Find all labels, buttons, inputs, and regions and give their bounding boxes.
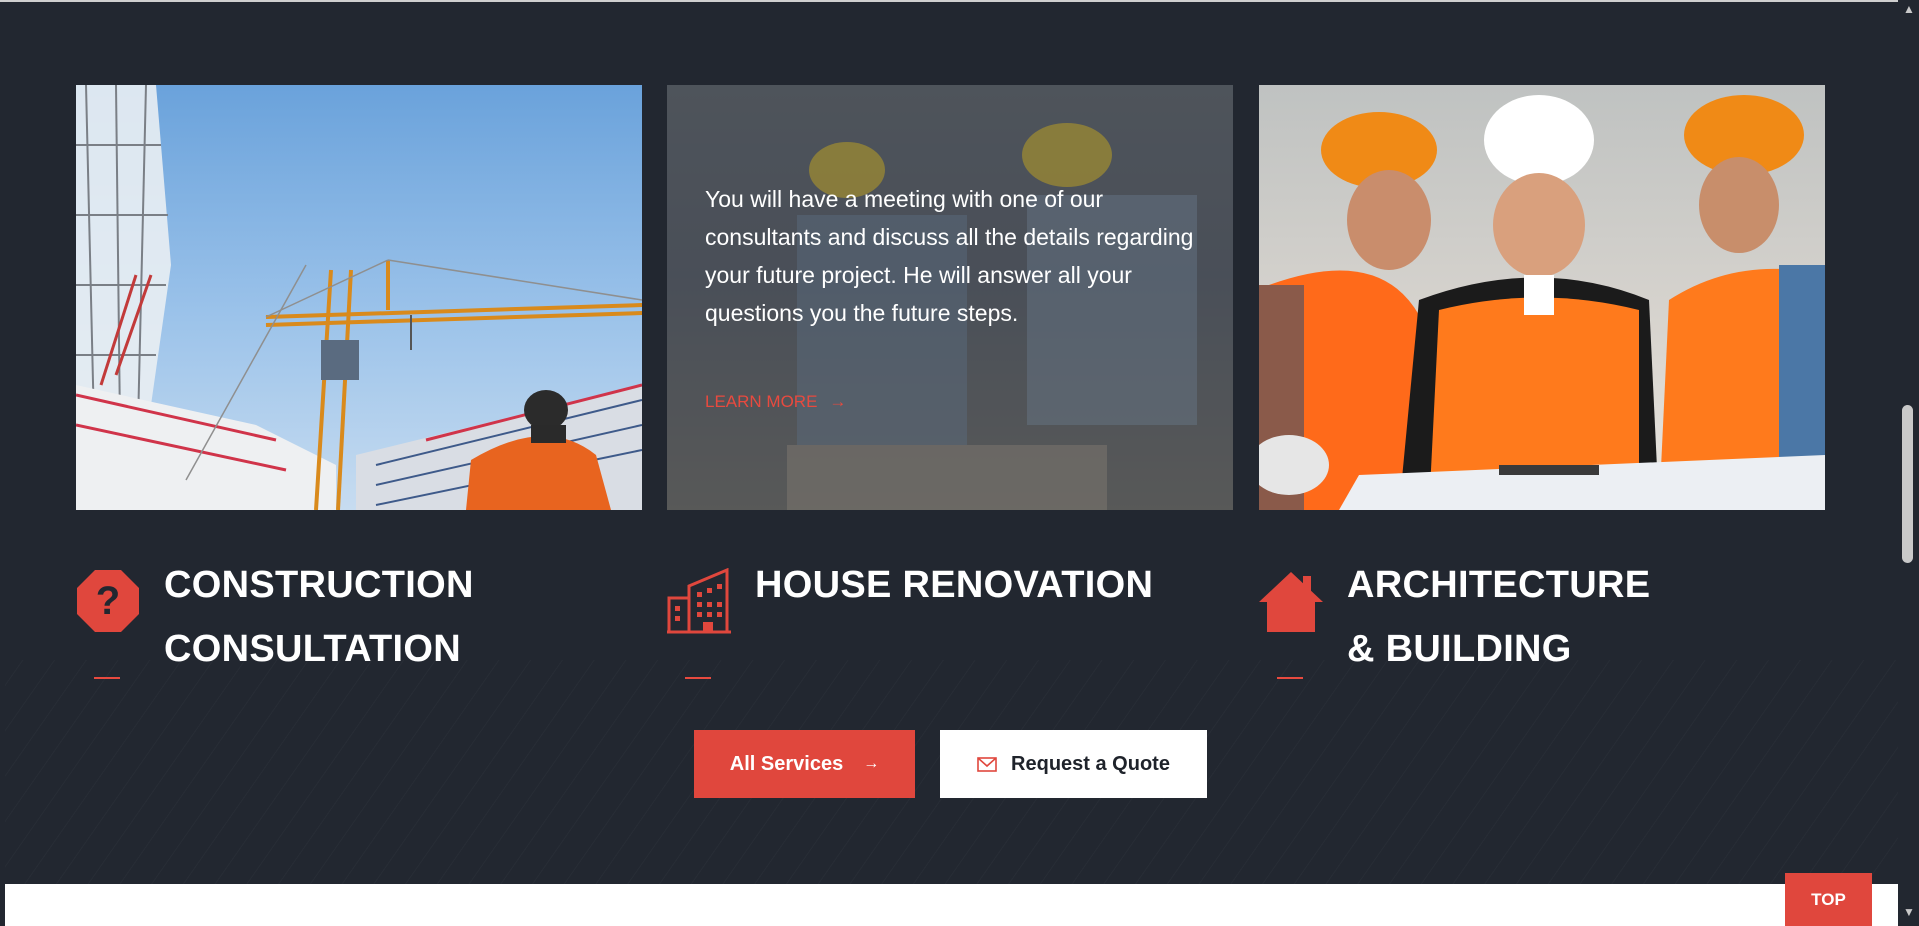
building-icon xyxy=(667,568,731,634)
service-title: CONSTRUCTION CONSULTATION xyxy=(164,553,474,681)
service-divider xyxy=(94,677,120,679)
architects-image[interactable] xyxy=(1259,85,1825,510)
architects-illustration xyxy=(1259,95,1825,510)
service-architecture-building[interactable]: ARCHITECTURE & BUILDING xyxy=(1259,553,1819,683)
question-octagon-icon: ? xyxy=(77,570,139,632)
top-border xyxy=(0,0,1919,2)
request-quote-label: Request a Quote xyxy=(1011,752,1170,775)
service-title-line2: & BUILDING xyxy=(1347,628,1572,670)
house-icon xyxy=(1259,572,1323,632)
service-construction-consultation[interactable]: ? CONSTRUCTION CONSULTATION xyxy=(76,553,636,683)
svg-text:?: ? xyxy=(96,579,120,623)
learn-more-label: LEARN MORE xyxy=(705,392,818,411)
service-house-renovation[interactable]: HOUSE RENOVATION xyxy=(667,553,1227,683)
service-divider xyxy=(685,677,711,679)
service-title-line1: ARCHITECTURE xyxy=(1347,564,1651,606)
scroll-up-icon[interactable]: ▲ xyxy=(1903,2,1915,16)
service-divider xyxy=(1277,677,1303,679)
arrow-right-icon: → xyxy=(829,392,847,411)
service-title-line1: CONSTRUCTION xyxy=(164,564,474,606)
crane-illustration xyxy=(76,85,642,510)
request-quote-button[interactable]: Request a Quote xyxy=(940,730,1207,798)
all-services-button[interactable]: All Services → xyxy=(694,730,915,798)
envelope-icon xyxy=(977,756,997,772)
learn-more-link[interactable]: LEARN MORE → xyxy=(705,392,846,412)
left-border xyxy=(0,0,5,926)
scrollbar-thumb[interactable] xyxy=(1902,405,1913,563)
service-title: ARCHITECTURE & BUILDING xyxy=(1347,553,1650,681)
back-to-top-button[interactable]: TOP xyxy=(1785,873,1872,926)
arrow-right-icon: → xyxy=(863,755,880,772)
crane-image[interactable] xyxy=(76,85,642,510)
next-section xyxy=(5,884,1898,926)
scroll-down-icon[interactable]: ▼ xyxy=(1903,905,1915,919)
all-services-label: All Services xyxy=(729,752,844,775)
service-title-line2: CONSULTATION xyxy=(164,628,462,670)
consultation-overlay[interactable]: You will have a meeting with one of our … xyxy=(667,85,1233,510)
service-title: HOUSE RENOVATION xyxy=(755,553,1153,617)
card-description: You will have a meeting with one of our … xyxy=(705,186,1194,326)
service-title-line1: HOUSE RENOVATION xyxy=(755,564,1154,606)
